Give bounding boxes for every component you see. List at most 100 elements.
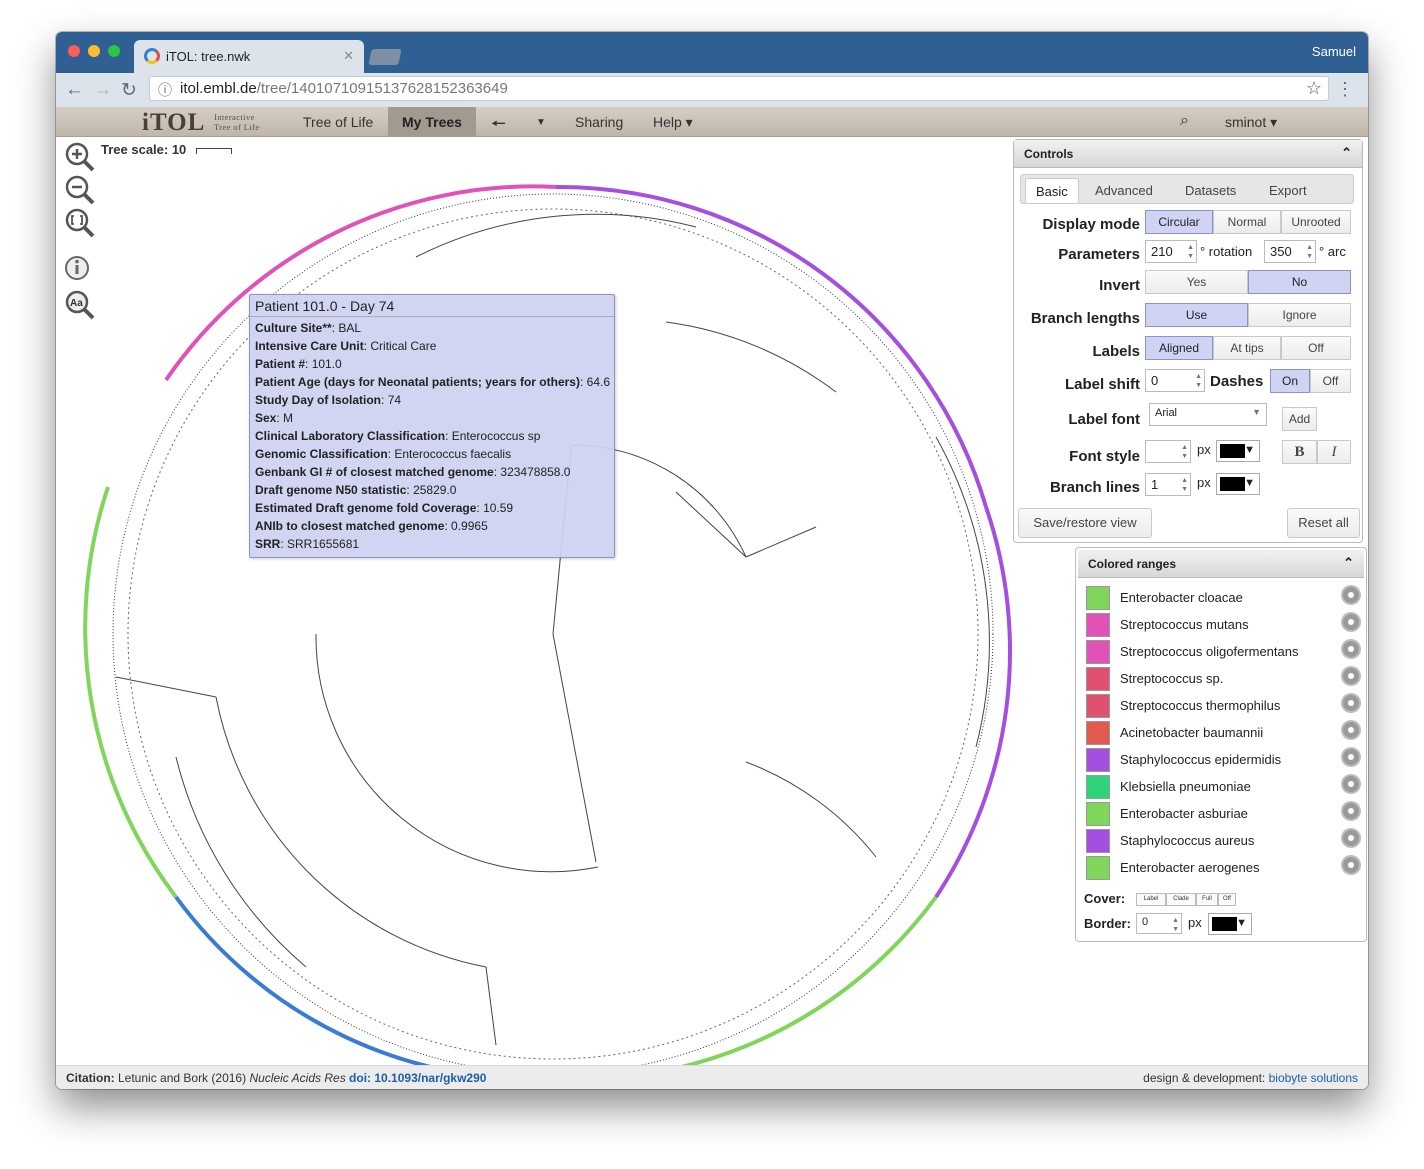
gear-icon[interactable] <box>1343 803 1359 819</box>
gear-icon[interactable] <box>1343 695 1359 711</box>
cover-label-button[interactable]: Label <box>1136 893 1166 906</box>
gear-icon[interactable] <box>1343 830 1359 846</box>
search-icon[interactable]: ⌕ <box>1180 112 1189 130</box>
menu-help[interactable]: Help ▾ <box>653 114 693 131</box>
labels-at-tips-button[interactable]: At tips <box>1213 336 1281 360</box>
back-arrow-icon[interactable]: 🠔 <box>491 111 506 140</box>
font-size-input[interactable]: ▲ ▼ <box>1145 440 1191 463</box>
tab-datasets[interactable]: Datasets <box>1175 178 1246 203</box>
border-input[interactable]: 0 ▲ ▼ <box>1136 913 1182 934</box>
italic-button[interactable]: I <box>1317 440 1351 464</box>
maximize-window-button[interactable] <box>108 45 120 57</box>
gear-icon[interactable] <box>1343 722 1359 738</box>
cover-off-button[interactable]: Off <box>1218 893 1236 906</box>
range-color-swatch[interactable] <box>1086 613 1110 637</box>
browser-tab[interactable]: iTOL: tree.nwk ✕ <box>134 40 364 73</box>
menu-sharing[interactable]: Sharing <box>575 114 623 130</box>
gear-icon[interactable] <box>1343 776 1359 792</box>
labels-aligned-button[interactable]: Aligned <box>1145 336 1213 360</box>
range-item[interactable]: Acinetobacter baumannii <box>1086 719 1359 746</box>
reload-icon[interactable]: ↻ <box>121 79 137 102</box>
close-window-button[interactable] <box>68 45 80 57</box>
invert-no-button[interactable]: No <box>1248 270 1351 294</box>
range-item[interactable]: Streptococcus oligofermentans <box>1086 638 1359 665</box>
label-shift-input[interactable]: 0 ▲ ▼ <box>1145 369 1205 392</box>
range-color-swatch[interactable] <box>1086 775 1110 799</box>
new-tab-button[interactable] <box>368 49 402 65</box>
rotation-input[interactable]: 210 ▲ ▼ <box>1145 240 1197 263</box>
browser-user[interactable]: Samuel <box>1312 44 1356 59</box>
range-color-swatch[interactable] <box>1086 586 1110 610</box>
collapse-icon[interactable]: ⌃ <box>1343 555 1354 571</box>
browser-menu-icon[interactable]: ⋮ <box>1336 79 1354 100</box>
gear-icon[interactable] <box>1343 668 1359 684</box>
gear-icon[interactable] <box>1343 857 1359 873</box>
display-circular-button[interactable]: Circular <box>1145 210 1213 234</box>
colored-ranges-header[interactable]: Colored ranges ⌃ <box>1078 550 1364 578</box>
range-item[interactable]: Streptococcus mutans <box>1086 611 1359 638</box>
circular-tree[interactable] <box>56 137 1016 1065</box>
info-icon[interactable]: ⓘ <box>158 80 172 100</box>
minimize-window-button[interactable] <box>88 45 100 57</box>
tab-advanced[interactable]: Advanced <box>1085 178 1163 203</box>
spinner-arrows-icon[interactable]: ▲ ▼ <box>1181 443 1188 461</box>
range-color-swatch[interactable] <box>1086 829 1110 853</box>
label-font-add-button[interactable]: Add <box>1282 407 1317 431</box>
spinner-arrows-icon[interactable]: ▲ ▼ <box>1306 243 1313 261</box>
invert-yes-button[interactable]: Yes <box>1145 270 1248 294</box>
menu-tree-of-life[interactable]: Tree of Life <box>303 114 373 130</box>
url-input[interactable]: ⓘ itol.embl.de/tree/14010710915137628152… <box>149 76 1329 101</box>
spinner-arrows-icon[interactable]: ▲ ▼ <box>1172 916 1179 934</box>
branch-lengths-ignore-button[interactable]: Ignore <box>1248 303 1351 327</box>
itol-logo[interactable]: iTOL <box>142 109 205 137</box>
spinner-arrows-icon[interactable]: ▲ ▼ <box>1187 243 1194 261</box>
gear-icon[interactable] <box>1343 641 1359 657</box>
collapse-icon[interactable]: ⌃ <box>1341 145 1352 161</box>
display-unrooted-button[interactable]: Unrooted <box>1281 210 1351 234</box>
bookmark-star-icon[interactable]: ☆ <box>1306 78 1322 99</box>
range-item[interactable]: Streptococcus thermophilus <box>1086 692 1359 719</box>
branch-lines-input[interactable]: 1 ▲ ▼ <box>1145 473 1191 496</box>
range-item[interactable]: Streptococcus sp. <box>1086 665 1359 692</box>
cover-full-button[interactable]: Full <box>1196 893 1218 906</box>
font-color-picker[interactable]: ▼ <box>1216 440 1260 462</box>
controls-header[interactable]: Controls ⌃ <box>1014 140 1362 168</box>
cover-clade-button[interactable]: Clade <box>1166 893 1196 906</box>
reset-all-button[interactable]: Reset all <box>1287 508 1360 538</box>
range-color-swatch[interactable] <box>1086 640 1110 664</box>
range-color-swatch[interactable] <box>1086 748 1110 772</box>
save-restore-view-button[interactable]: Save/restore view <box>1018 508 1152 538</box>
back-icon[interactable]: ← <box>65 79 84 101</box>
range-color-swatch[interactable] <box>1086 667 1110 691</box>
range-color-swatch[interactable] <box>1086 694 1110 718</box>
range-item[interactable]: Klebsiella pneumoniae <box>1086 773 1359 800</box>
user-menu[interactable]: sminot ▾ <box>1225 114 1277 131</box>
forward-icon[interactable]: → <box>93 79 112 101</box>
gear-icon[interactable] <box>1343 749 1359 765</box>
range-item[interactable]: Staphylococcus aureus <box>1086 827 1359 854</box>
range-item[interactable]: Enterobacter cloacae <box>1086 584 1359 611</box>
tree-canvas[interactable]: Aa Tree scale: 10 Patient 101.0 - Day 74… <box>56 137 1368 1065</box>
branch-color-picker[interactable]: ▼ <box>1216 473 1260 495</box>
spinner-arrows-icon[interactable]: ▲ ▼ <box>1195 372 1202 390</box>
border-color-picker[interactable]: ▼ <box>1208 913 1252 935</box>
gear-icon[interactable] <box>1343 614 1359 630</box>
company-link[interactable]: biobyte solutions <box>1269 1071 1358 1085</box>
tab-export[interactable]: Export <box>1259 178 1317 203</box>
tab-basic[interactable]: Basic <box>1025 178 1079 203</box>
range-item[interactable]: Enterobacter asburiae <box>1086 800 1359 827</box>
gear-icon[interactable] <box>1343 587 1359 603</box>
range-item[interactable]: Staphylococcus epidermidis <box>1086 746 1359 773</box>
doi-link[interactable]: doi: 10.1093/nar/gkw290 <box>349 1071 486 1085</box>
dashes-on-button[interactable]: On <box>1270 369 1310 393</box>
arc-input[interactable]: 350 ▲ ▼ <box>1264 240 1316 263</box>
close-tab-icon[interactable]: ✕ <box>343 48 354 64</box>
bold-button[interactable]: B <box>1282 440 1317 464</box>
branch-lengths-use-button[interactable]: Use <box>1145 303 1248 327</box>
range-color-swatch[interactable] <box>1086 856 1110 880</box>
range-color-swatch[interactable] <box>1086 802 1110 826</box>
label-font-select[interactable]: Arial ▼ <box>1149 403 1267 426</box>
labels-off-button[interactable]: Off <box>1281 336 1351 360</box>
range-item[interactable]: Enterobacter aerogenes <box>1086 854 1359 881</box>
range-color-swatch[interactable] <box>1086 721 1110 745</box>
